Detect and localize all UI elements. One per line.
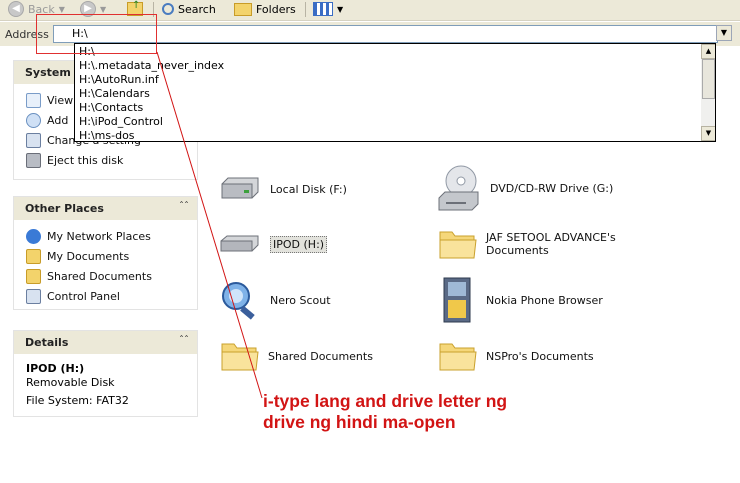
nokia-phone-browser-icon [443, 277, 471, 323]
control-panel-icon [26, 289, 41, 304]
task-label: Add [47, 114, 69, 127]
autocomplete-item[interactable]: H:\Calendars [79, 87, 150, 100]
chevron-up-icon: ▲ [705, 47, 712, 55]
item-dvd-cd-rw-drive-g[interactable]: DVD/CD-RW Drive (G:) [436, 164, 613, 212]
views-button[interactable]: ▼ [313, 1, 343, 17]
forward-dropdown-icon: ▼ [100, 4, 107, 14]
search-label: Search [178, 2, 216, 16]
collapse-chevron-icon[interactable]: ˆˆ [179, 201, 189, 212]
views-icon [313, 2, 333, 16]
item-nspro-documents[interactable]: NSPro's Documents [438, 338, 594, 374]
chevron-down-icon: ▼ [720, 28, 728, 37]
place-label: Shared Documents [47, 270, 152, 283]
item-label: NSPro's Documents [486, 349, 594, 363]
address-autocomplete-dropdown: H:\ H:\.metadata_never_index H:\AutoRun.… [74, 43, 716, 142]
add-remove-icon [26, 113, 41, 128]
folder-icon [221, 343, 259, 371]
item-jaf-setool-documents[interactable]: JAF SETOOL ADVANCE's Documents [438, 226, 616, 262]
toolbar-separator [305, 2, 306, 17]
folders-icon [234, 2, 252, 16]
nero-scout-icon [222, 282, 255, 320]
network-places-icon [26, 229, 41, 244]
folders-button[interactable]: Folders [234, 1, 296, 17]
annotation-text: i-type lang and drive letter ng drive ng… [263, 391, 733, 433]
item-label: DVD/CD-RW Drive (G:) [490, 181, 614, 195]
removable-drive-icon [220, 235, 259, 252]
item-label: Local Disk (F:) [270, 182, 347, 196]
autocomplete-item[interactable]: H:\Contacts [79, 101, 143, 114]
details-type: Removable Disk [26, 376, 115, 389]
details-header[interactable]: Details ˆˆ [14, 331, 197, 354]
item-label: JAF SETOOL ADVANCE's Documents [486, 231, 616, 257]
autocomplete-item[interactable]: H:\ms-dos [79, 129, 135, 141]
item-shared-documents[interactable]: Shared Documents [220, 338, 373, 374]
cd-drive-icon [438, 165, 479, 211]
folder-icon [439, 343, 477, 371]
place-label: Control Panel [47, 290, 120, 303]
item-nokia-phone-browser[interactable]: Nokia Phone Browser [438, 276, 603, 324]
autocomplete-item[interactable]: H:\iPod_Control [79, 115, 163, 128]
place-my-documents[interactable]: My Documents [26, 249, 129, 264]
task-eject[interactable]: Eject this disk [26, 153, 123, 168]
shared-documents-icon [26, 269, 41, 284]
annotation-line-1: i-type lang and drive letter ng [263, 391, 508, 411]
views-dropdown-icon: ▼ [337, 4, 344, 14]
details-title: Details [25, 336, 69, 349]
item-label: Nero Scout [270, 293, 331, 307]
autocomplete-item[interactable]: H:\AutoRun.inf [79, 73, 159, 86]
scroll-up-button[interactable]: ▲ [701, 44, 715, 59]
other-places-title: Other Places [25, 202, 104, 215]
task-label: View [47, 94, 74, 107]
folders-label: Folders [256, 2, 296, 16]
hard-drive-icon [221, 177, 259, 199]
task-label: Eject this disk [47, 154, 124, 167]
highlight-box [36, 14, 157, 54]
collapse-chevron-icon[interactable]: ˆˆ [179, 335, 189, 346]
system-tasks-title: System [25, 66, 71, 79]
place-label: My Network Places [47, 230, 151, 243]
other-places-header[interactable]: Other Places ˆˆ [14, 197, 197, 220]
search-icon [162, 3, 174, 15]
item-label: Nokia Phone Browser [486, 293, 603, 307]
details-file-system: File System: FAT32 [26, 394, 129, 407]
item-nero-scout[interactable]: Nero Scout [218, 280, 331, 320]
task-view[interactable]: View [26, 93, 73, 108]
item-local-disk-f[interactable]: Local Disk (F:) [218, 174, 347, 204]
control-panel-icon [26, 133, 41, 148]
eject-icon [26, 153, 41, 168]
address-dropdown-button[interactable]: ▼ [716, 25, 732, 41]
place-my-network-places[interactable]: My Network Places [26, 229, 151, 244]
autocomplete-item[interactable]: H:\.metadata_never_index [79, 59, 224, 72]
folder-icon [439, 231, 477, 259]
chevron-down-icon: ▼ [705, 129, 712, 137]
item-label: Shared Documents [268, 349, 373, 363]
checklist-icon [26, 93, 41, 108]
annotation-line-2: drive ng hindi ma-open [263, 412, 456, 432]
my-documents-icon [26, 249, 41, 264]
item-label: IPOD (H:) [270, 235, 328, 253]
place-control-panel[interactable]: Control Panel [26, 289, 120, 304]
back-arrow-icon: ◀ [8, 1, 24, 17]
task-add[interactable]: Add [26, 113, 68, 128]
dropdown-scrollbar[interactable]: ▲ ▼ [701, 44, 715, 141]
search-button[interactable]: Search [162, 1, 216, 17]
place-shared-documents[interactable]: Shared Documents [26, 269, 152, 284]
place-label: My Documents [47, 250, 130, 263]
scrollbar-thumb[interactable] [702, 59, 715, 99]
back-dropdown-icon: ▼ [58, 4, 65, 14]
item-ipod-h[interactable]: IPOD (H:) [218, 231, 328, 257]
details-name: IPOD (H:) [26, 362, 85, 375]
scroll-down-button[interactable]: ▼ [701, 126, 715, 141]
details-panel: Details ˆˆ IPOD (H:) Removable Disk File… [13, 330, 198, 417]
other-places-panel: Other Places ˆˆ My Network Places My Doc… [13, 196, 198, 310]
